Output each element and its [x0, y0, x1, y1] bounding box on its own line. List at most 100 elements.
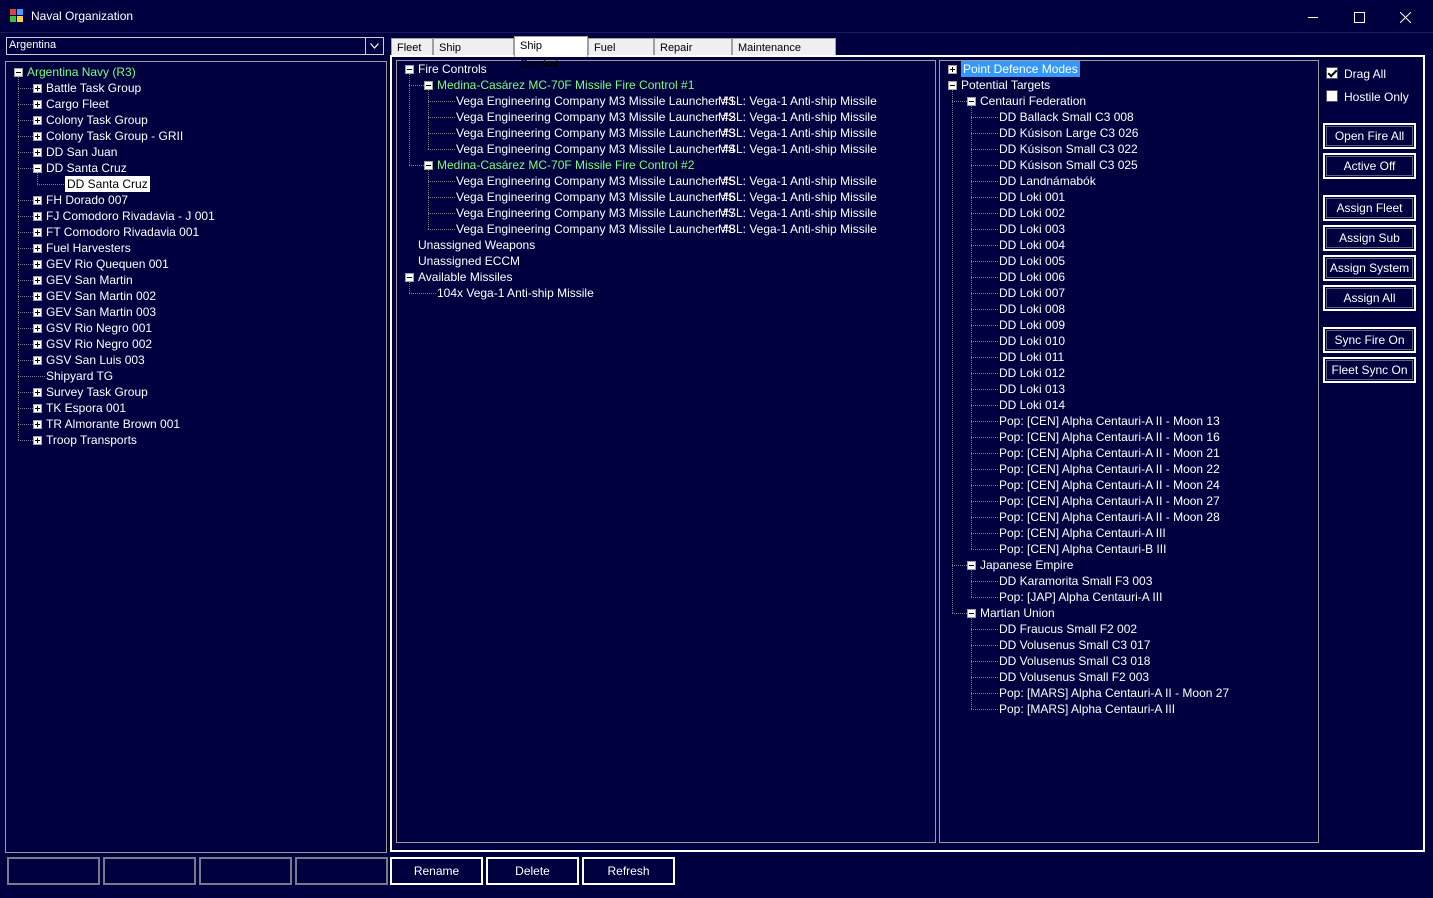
target-tree-item[interactable]: DD Volusenus Small C3 017 — [999, 637, 1150, 653]
fire-tree-item[interactable]: Vega Engineering Company M3 Missile Laun… — [456, 221, 736, 237]
fleet-tree-item[interactable]: GEV San Martin 002 — [46, 288, 156, 304]
collapse-minus-icon[interactable] — [14, 68, 23, 77]
fleet-tree-item[interactable]: Fuel Harvesters — [46, 240, 131, 256]
fire-tree-item[interactable]: Medina-Casárez MC-70F Missile Fire Contr… — [437, 77, 694, 93]
fire-tree-item[interactable]: Vega Engineering Company M3 Missile Laun… — [456, 173, 736, 189]
assign-fleet-button[interactable]: Assign Fleet — [1323, 195, 1416, 221]
tab-maintenance-report[interactable]: Maintenance Report — [732, 38, 836, 72]
target-tree-item[interactable]: DD Loki 008 — [999, 301, 1065, 317]
tab-ship-combat[interactable]: Ship Combat — [514, 36, 588, 70]
target-tree-item[interactable]: DD Loki 014 — [999, 397, 1065, 413]
expand-plus-icon[interactable] — [33, 100, 42, 109]
target-tree-item[interactable]: DD Kúsison Large C3 026 — [999, 125, 1138, 141]
fire-tree-item[interactable]: Vega Engineering Company M3 Missile Laun… — [456, 141, 736, 157]
fire-tree-item[interactable]: Available Missiles — [418, 269, 512, 285]
fleet-tree-item[interactable]: DD San Juan — [46, 144, 117, 160]
collapse-minus-icon[interactable] — [967, 97, 976, 106]
tab-fleet[interactable]: Fleet — [391, 38, 433, 56]
collapse-minus-icon[interactable] — [967, 561, 976, 570]
fleet-tree[interactable]: Argentina Navy (R3) Battle Task Group Carg… — [5, 61, 387, 853]
fleet-sync-on-button[interactable]: Fleet Sync On — [1323, 357, 1416, 383]
expand-plus-icon[interactable] — [33, 116, 42, 125]
fleet-tree-item[interactable]: Argentina Navy (R3) — [27, 64, 136, 80]
fleet-tree-item[interactable]: FT Comodoro Rivadavia 001 — [46, 224, 199, 240]
target-tree-item[interactable]: Pop: [MARS] Alpha Centauri-A III — [999, 701, 1175, 717]
target-tree-item[interactable]: DD Fraucus Small F2 002 — [999, 621, 1137, 637]
rename-button[interactable]: Rename — [390, 857, 483, 885]
fleet-tree-item[interactable]: Colony Task Group - GRII — [46, 128, 183, 144]
tab-ship-overview[interactable]: Ship Overview — [433, 38, 514, 72]
fleet-tree-item[interactable]: TK Espora 001 — [46, 400, 126, 416]
target-tree-item[interactable]: DD Loki 004 — [999, 237, 1065, 253]
target-tree-item[interactable]: DD Loki 010 — [999, 333, 1065, 349]
fire-tree-item[interactable]: Vega Engineering Company M3 Missile Laun… — [456, 189, 736, 205]
active-off-button[interactable]: Active Off — [1323, 153, 1416, 179]
target-tree-item[interactable]: DD Loki 013 — [999, 381, 1065, 397]
target-tree-item[interactable]: DD Loki 003 — [999, 221, 1065, 237]
fleet-tree-item[interactable]: GEV San Martin — [46, 272, 133, 288]
target-tree-item[interactable]: DD Landnámabók — [999, 173, 1096, 189]
target-tree-item[interactable]: Pop: [CEN] Alpha Centauri-A II - Moon 21 — [999, 445, 1220, 461]
target-tree-item[interactable]: DD Volusenus Small C3 018 — [999, 653, 1150, 669]
delete-button[interactable]: Delete — [486, 857, 579, 885]
close-button[interactable] — [1382, 0, 1428, 32]
target-tree-item[interactable]: DD Loki 001 — [999, 189, 1065, 205]
target-tree-item[interactable]: DD Loki 012 — [999, 365, 1065, 381]
expand-plus-icon[interactable] — [33, 276, 42, 285]
fleet-tree-item[interactable]: GSV Rio Negro 001 — [46, 320, 152, 336]
target-tree-item[interactable]: Pop: [CEN] Alpha Centauri-B III — [999, 541, 1166, 557]
fleet-tree-item[interactable]: GEV Rio Quequen 001 — [46, 256, 169, 272]
target-tree-item[interactable]: Centauri Federation — [980, 93, 1086, 109]
tab-repair-report[interactable]: Repair Report — [654, 38, 732, 72]
expand-plus-icon[interactable] — [33, 308, 42, 317]
collapse-minus-icon[interactable] — [405, 65, 414, 74]
fleet-tree-item[interactable]: Colony Task Group — [46, 112, 148, 128]
expand-plus-icon[interactable] — [33, 324, 42, 333]
target-tree-item[interactable]: Point Defence Modes — [961, 61, 1080, 77]
collapse-minus-icon[interactable] — [405, 273, 414, 282]
sync-fire-on-button[interactable]: Sync Fire On — [1323, 327, 1416, 353]
fleet-tree-item[interactable]: GSV Rio Negro 002 — [46, 336, 152, 352]
target-tree-item[interactable]: DD Volusenus Small F2 003 — [999, 669, 1149, 685]
target-tree-item[interactable]: DD Loki 002 — [999, 205, 1065, 221]
expand-plus-icon[interactable] — [33, 340, 42, 349]
collapse-minus-icon[interactable] — [33, 164, 42, 173]
expand-plus-icon[interactable] — [33, 196, 42, 205]
expand-plus-icon[interactable] — [33, 292, 42, 301]
assign-all-button[interactable]: Assign All — [1323, 285, 1416, 311]
target-tree-item[interactable]: DD Loki 006 — [999, 269, 1065, 285]
maximize-button[interactable] — [1336, 0, 1382, 32]
expand-plus-icon[interactable] — [33, 148, 42, 157]
fire-tree-item[interactable]: Vega Engineering Company M3 Missile Laun… — [456, 93, 736, 109]
fire-tree-item[interactable]: 104x Vega-1 Anti-ship Missile — [437, 285, 594, 301]
target-tree-item[interactable]: DD Ballack Small C3 008 — [999, 109, 1134, 125]
target-tree-item[interactable]: DD Kúsison Small C3 025 — [999, 157, 1138, 173]
target-tree-item[interactable]: Japanese Empire — [980, 557, 1073, 573]
fire-tree-item[interactable]: Vega Engineering Company M3 Missile Laun… — [456, 205, 736, 221]
fire-tree-item[interactable]: Vega Engineering Company M3 Missile Laun… — [456, 125, 736, 141]
fleet-tree-item[interactable]: DD Santa Cruz — [46, 160, 127, 176]
fleet-tree-item[interactable]: Troop Transports — [46, 432, 137, 448]
fleet-tree-item[interactable]: TR Almorante Brown 001 — [46, 416, 180, 432]
expand-plus-icon[interactable] — [33, 404, 42, 413]
collapse-minus-icon[interactable] — [424, 161, 433, 170]
target-tree-item[interactable]: Pop: [CEN] Alpha Centauri-A II - Moon 28 — [999, 509, 1220, 525]
collapse-minus-icon[interactable] — [424, 81, 433, 90]
target-tree-item[interactable]: DD Loki 009 — [999, 317, 1065, 333]
target-tree-item[interactable]: Pop: [CEN] Alpha Centauri-A II - Moon 22 — [999, 461, 1220, 477]
target-tree-item[interactable]: DD Loki 007 — [999, 285, 1065, 301]
fleet-tree-item[interactable]: GEV San Martin 003 — [46, 304, 156, 320]
target-tree[interactable]: Point Defence Modes Potential Targets Cent… — [939, 60, 1319, 843]
race-select[interactable]: Argentina — [6, 37, 384, 55]
refresh-button[interactable]: Refresh — [582, 857, 675, 885]
fire-tree-item[interactable]: Medina-Casárez MC-70F Missile Fire Contr… — [437, 157, 694, 173]
fleet-tree-item[interactable]: DD Santa Cruz — [65, 176, 150, 192]
expand-plus-icon[interactable] — [33, 212, 42, 221]
expand-plus-icon[interactable] — [33, 84, 42, 93]
dropdown-arrow[interactable] — [365, 38, 383, 54]
target-tree-item[interactable]: Potential Targets — [961, 77, 1050, 93]
target-tree-item[interactable]: Pop: [MARS] Alpha Centauri-A II - Moon 2… — [999, 685, 1229, 701]
fleet-tree-item[interactable]: Cargo Fleet — [46, 96, 109, 112]
expand-plus-icon[interactable] — [33, 260, 42, 269]
target-tree-item[interactable]: DD Loki 011 — [999, 349, 1064, 365]
